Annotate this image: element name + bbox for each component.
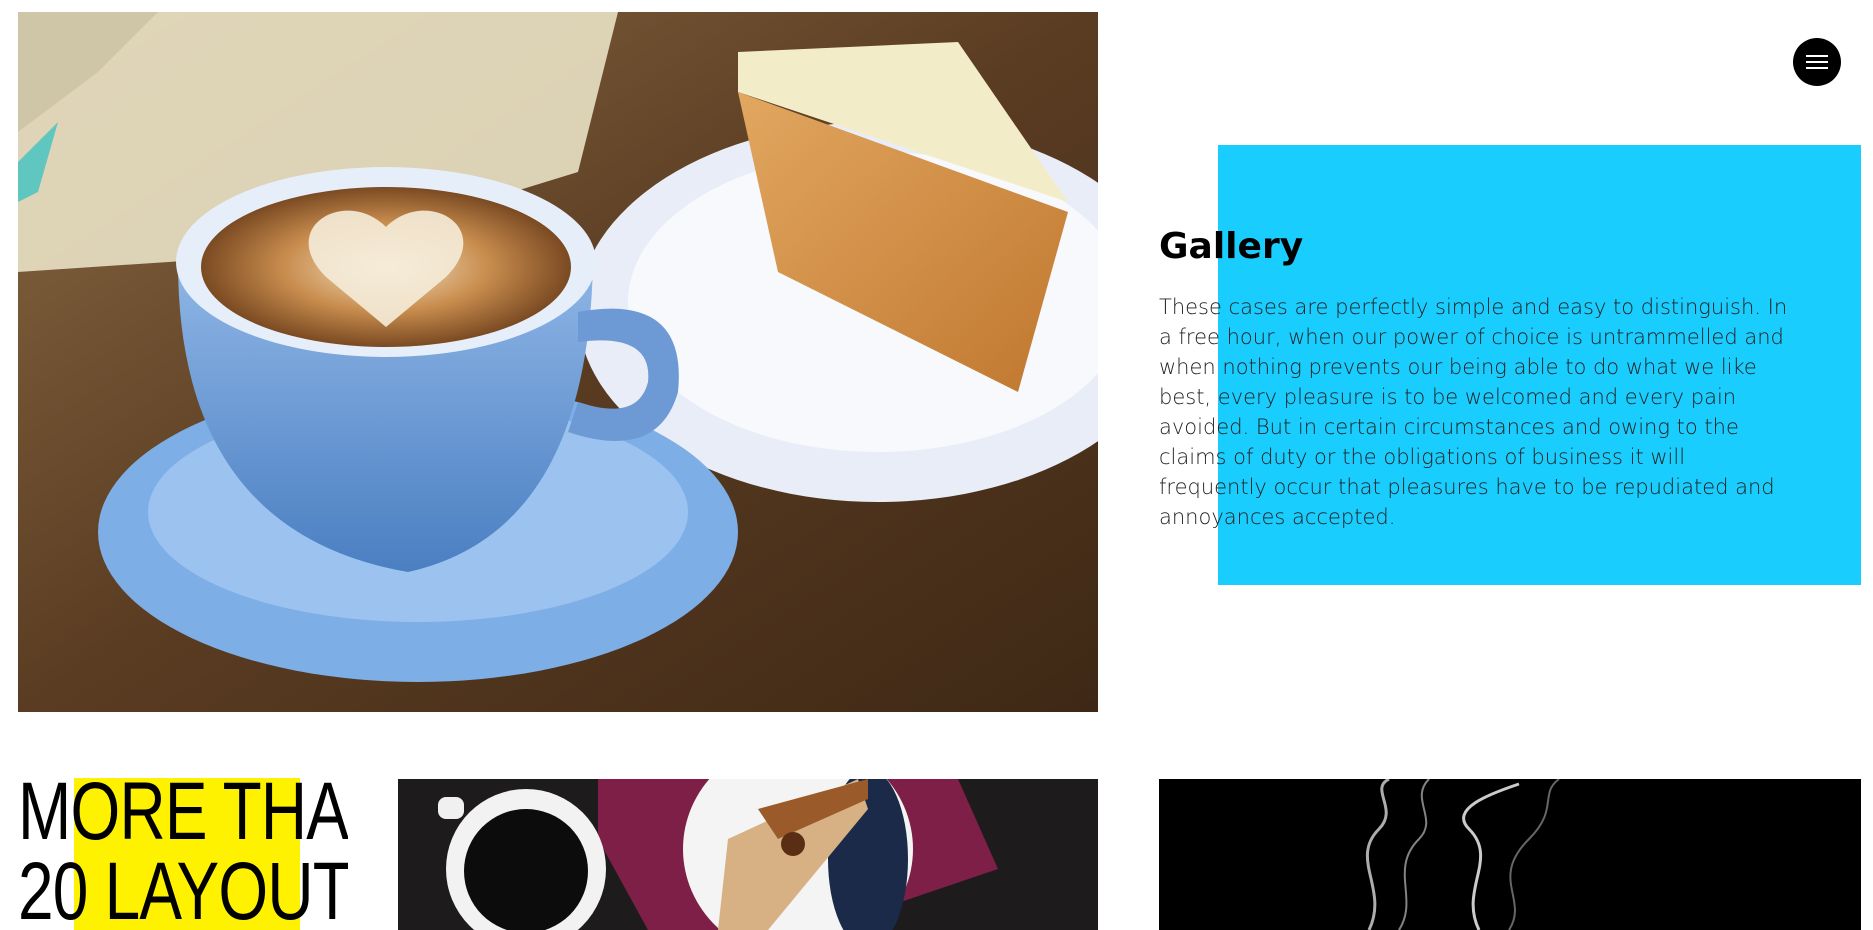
hamburger-icon-bar-2 xyxy=(1806,61,1828,63)
headline-line-1: MORE THAN xyxy=(18,772,348,857)
hamburger-icon-bar-3 xyxy=(1806,67,1828,69)
gallery-title: Gallery xyxy=(1159,226,1304,267)
headline-line-2: 20 LAYOUTS xyxy=(18,846,348,930)
hero-photo-latte-cake xyxy=(18,12,1098,712)
photo-coffee-pastry xyxy=(398,779,1098,930)
gallery-section: Gallery These cases are perfectly simple… xyxy=(1159,224,1799,532)
layouts-headline: MORE THAN 20 LAYOUTS xyxy=(18,772,348,930)
photo-smoke xyxy=(1159,779,1861,930)
hamburger-icon xyxy=(1806,55,1828,57)
gallery-description: These cases are perfectly simple and eas… xyxy=(1159,295,1788,529)
menu-button[interactable] xyxy=(1793,38,1841,86)
